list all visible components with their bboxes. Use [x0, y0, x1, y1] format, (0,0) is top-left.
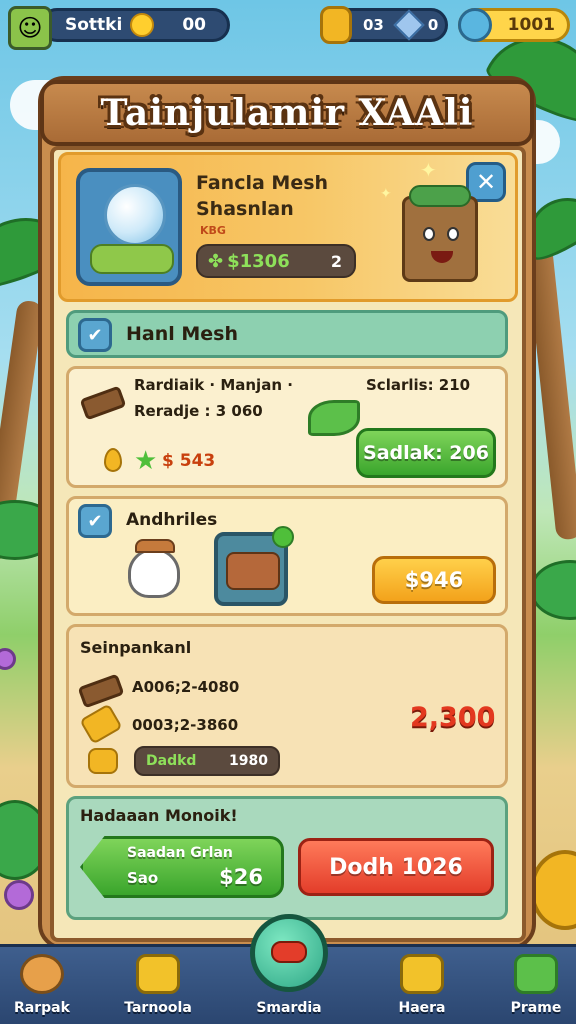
- nav-label: Haera: [398, 1000, 446, 1016]
- add-gold-icon[interactable]: [458, 8, 492, 42]
- crate-item-slot[interactable]: [214, 526, 294, 606]
- player-name: Sottki: [65, 15, 123, 35]
- mascot-eye: [447, 227, 459, 241]
- item-name-line2: Shasnlan: [196, 198, 294, 220]
- nav-item-haera[interactable]: Haera: [374, 946, 470, 1024]
- section4-green-line1: Saadan Grlan: [127, 845, 233, 861]
- check-icon: ✔: [78, 504, 112, 538]
- gem-icon: [393, 9, 425, 41]
- lock-icon: [400, 954, 444, 994]
- leaf-icon: [308, 400, 360, 436]
- coin-icon: [130, 13, 155, 37]
- nav-label: Prame: [510, 1000, 562, 1016]
- gold-nugget-icon: [88, 748, 118, 774]
- panel-title-plank: Tainjulamir XAAli: [40, 80, 534, 146]
- panel-title: Tainjulamir XAAli: [100, 92, 474, 134]
- trophy-icon: [320, 6, 352, 44]
- section1-row1-left: Rardiaik · Manjan ·: [134, 376, 293, 394]
- star-icon: ★: [134, 446, 158, 476]
- section2-buy-button[interactable]: $946: [372, 556, 496, 604]
- nav-item-smardia[interactable]: Smardia: [241, 946, 337, 1024]
- section4-green-line2-right: $26: [219, 865, 263, 889]
- flower: [0, 648, 16, 670]
- section3-tag-value: 1980: [229, 753, 268, 769]
- chest-icon: [136, 954, 180, 994]
- section1-row1-right: Sclarlis: 210: [366, 376, 471, 394]
- section4-green-button[interactable]: Saadan Grlan Sao $26: [80, 836, 284, 898]
- bear-icon: [20, 954, 64, 994]
- section3-tag-label: Dadkd: [146, 753, 197, 769]
- leaf-icon: ✤: [208, 250, 224, 272]
- resource-b-count: 0: [427, 16, 439, 34]
- flower: [4, 880, 34, 910]
- mascot-mouth: [431, 251, 453, 263]
- resource-a-count: 03: [363, 16, 384, 34]
- honey-drop-icon: [104, 448, 122, 472]
- coin-count: 00: [182, 15, 206, 35]
- section4-green-line2-left: Sao: [127, 869, 159, 887]
- top-hud: ☺ Sottki 00 03 0 1001: [0, 6, 576, 50]
- section1-title: Hanl Mesh: [126, 323, 239, 345]
- item-qty: 2: [330, 251, 342, 271]
- nav-item-tarnoola[interactable]: Tarnoola: [110, 946, 206, 1024]
- section3-tag-pill: Dadkd 1980: [134, 746, 280, 776]
- section1-cost: $ 543: [162, 451, 216, 471]
- section4-red-button[interactable]: Dodh 1026: [298, 838, 494, 896]
- item-thumbnail: [76, 168, 182, 286]
- nav-item-prame[interactable]: Prame: [488, 946, 576, 1024]
- food-pile-icon: [90, 244, 174, 274]
- gold-coin-decor: [530, 850, 576, 930]
- mascot-veggies: [409, 185, 471, 207]
- section2-title: Andhriles: [126, 510, 218, 530]
- nav-label: Tarnoola: [124, 1000, 192, 1016]
- sparkle-icon: ✦: [380, 186, 392, 202]
- nav-item-rarpak[interactable]: Rarpak: [0, 946, 90, 1024]
- bush: [530, 560, 576, 620]
- close-icon: ✕: [475, 168, 497, 196]
- check-icon: ✔: [78, 318, 112, 352]
- shop-mascot: [402, 185, 478, 282]
- gift-icon: [514, 954, 558, 994]
- chef-character-icon: [128, 539, 180, 598]
- section4-title: Hadaaan Monoik!: [80, 806, 238, 825]
- item-tag: KBG: [200, 224, 226, 237]
- item-name: Fancla Mesh Shasnlan: [196, 170, 328, 222]
- section1-row2-left: Reradje : 3 060: [134, 402, 263, 420]
- nav-label: Smardia: [256, 1000, 322, 1016]
- item-price-pill: ✤ $1306 2: [196, 244, 356, 278]
- item-price: $1306: [227, 250, 290, 272]
- section1-buy-button[interactable]: Sadlak: 206: [356, 428, 496, 478]
- mascot-eye: [423, 227, 435, 241]
- section3-line1: A006;2-4080: [132, 678, 240, 696]
- food-crate-icon: [226, 552, 280, 590]
- player-avatar[interactable]: ☺: [8, 6, 52, 50]
- item-name-line1: Fancla Mesh: [196, 172, 329, 194]
- chef-hat: [135, 539, 175, 553]
- section3-title: Seinpankanl: [80, 638, 192, 657]
- nav-label: Rarpak: [14, 1000, 70, 1016]
- crystal-orb-icon: [104, 184, 166, 246]
- gold-count: 1001: [507, 15, 555, 35]
- sparkle-icon: ✦: [420, 158, 437, 182]
- player-name-pill[interactable]: Sottki 00: [40, 8, 230, 42]
- section3-total: 2,300: [410, 702, 496, 733]
- section3-line2: 0003;2-3860: [132, 716, 239, 734]
- ok-badge-icon: [272, 526, 294, 548]
